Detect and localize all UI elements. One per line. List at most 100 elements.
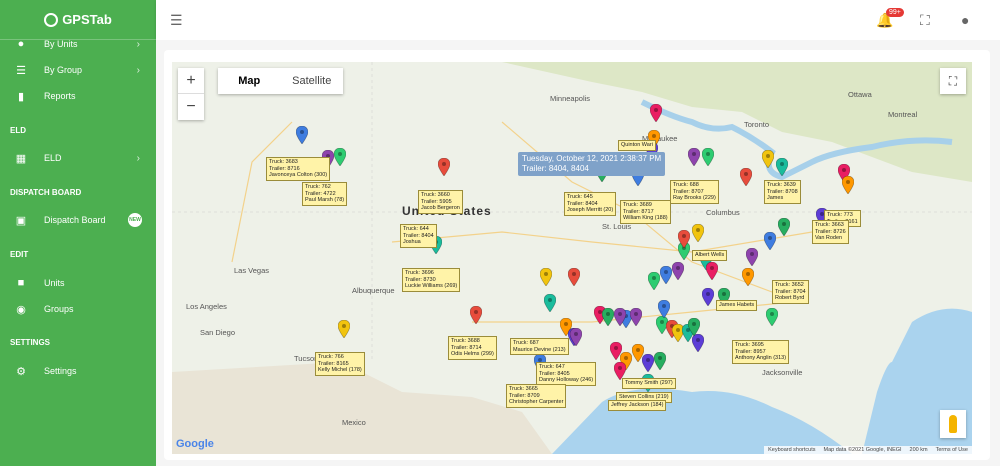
- truck-info-label[interactable]: Jeffrey Jackson (184): [608, 400, 667, 411]
- truck-info-label[interactable]: Quinton Wari: [618, 140, 656, 151]
- truck-info-label[interactable]: Truck: 645 Trailer: 8404 Joseph Merritt (2…: [564, 192, 617, 216]
- truck-info-label[interactable]: Truck: 3696 Trailer: 8730 Luckie Williams …: [402, 268, 461, 292]
- list-icon: ☰: [16, 64, 26, 77]
- truck-info-label[interactable]: Truck: 687 Maurice Devine (213): [510, 338, 569, 355]
- truck-info-line: Anthony Anglin (313): [735, 355, 787, 361]
- map-marker-icon[interactable]: [630, 308, 642, 326]
- sidebar-item-by-group[interactable]: ☰ By Group ›: [0, 58, 156, 82]
- map-marker-icon[interactable]: [602, 308, 614, 326]
- truck-info-label[interactable]: Truck: 3688 Trailer: 8714 Odis Helms (299): [448, 336, 497, 360]
- map-marker-icon[interactable]: [568, 268, 580, 286]
- map-marker-icon[interactable]: [740, 168, 752, 186]
- map-marker-icon[interactable]: [648, 272, 660, 290]
- map-marker-icon[interactable]: [632, 344, 644, 362]
- zoom-control: + −: [178, 68, 204, 120]
- sidebar-item-dispatch-board[interactable]: ▣ Dispatch Board NEW: [0, 208, 156, 232]
- map-marker-icon[interactable]: [658, 300, 670, 318]
- map-marker-icon[interactable]: [688, 148, 700, 166]
- truck-info-line: Quinton Wari: [621, 142, 653, 148]
- sidebar-item-label: Reports: [44, 91, 76, 101]
- truck-info-label[interactable]: Tommy Smith (297): [622, 378, 676, 389]
- map-marker-icon[interactable]: [746, 248, 758, 266]
- people-icon: ◉: [16, 303, 26, 316]
- hamburger-menu-icon[interactable]: ☰: [170, 12, 183, 29]
- map-marker-icon[interactable]: [764, 232, 776, 250]
- zoom-in-button[interactable]: +: [178, 68, 204, 94]
- brand-name: GPSTab: [62, 12, 112, 27]
- sidebar-item-units[interactable]: ■ Units: [0, 271, 156, 295]
- sidebar-item-settings[interactable]: ⚙ Settings: [0, 359, 156, 383]
- truck-info-label[interactable]: Truck: 644 Trailer: 8404 Joshua: [400, 224, 437, 248]
- map-marker-icon[interactable]: [762, 150, 774, 168]
- truck-info-label[interactable]: Truck: 647 Trailer: 8405 Danny Holloway (2…: [536, 362, 597, 386]
- truck-info-label[interactable]: Truck: 3639 Trailer: 8708 James: [764, 180, 801, 204]
- map-marker-icon[interactable]: [778, 218, 790, 236]
- truck-info-line: James Habets: [719, 302, 755, 308]
- truck-info-label[interactable]: Truck: 3665 Trailer: 8709 Christopher Carp…: [506, 384, 567, 408]
- map-marker-icon[interactable]: [766, 308, 778, 326]
- map-marker-icon[interactable]: [650, 104, 662, 122]
- map-marker-icon[interactable]: [842, 176, 854, 194]
- scale-bar: 200 km: [909, 447, 928, 453]
- map-marker-icon[interactable]: [654, 352, 666, 370]
- truck-info-label[interactable]: James Habets: [716, 300, 758, 311]
- map-marker-icon[interactable]: [438, 158, 450, 176]
- satellite-view-button[interactable]: Satellite: [281, 68, 344, 94]
- tooltip-time: Tuesday, October 12, 2021 2:38:37 PM: [522, 154, 662, 163]
- truck-info-line: Joseph Merritt (20): [567, 207, 614, 213]
- sidebar-item-eld[interactable]: ▦ ELD ›: [0, 146, 156, 170]
- map-marker-icon[interactable]: [614, 308, 626, 326]
- map-fullscreen-button[interactable]: ⛶: [940, 68, 966, 94]
- map-marker-icon[interactable]: [570, 328, 582, 346]
- truck-info-label[interactable]: Truck: 762 Trailer: 4722 Paul Marsh (78): [302, 182, 348, 206]
- truck-info-label[interactable]: Truck: 3695 Trailer: 8957 Anthony Anglin (…: [732, 340, 790, 364]
- street-view-pegman-icon[interactable]: [940, 410, 966, 438]
- keyboard-shortcuts-link[interactable]: Keyboard shortcuts: [768, 447, 815, 453]
- truck-info-line: James: [767, 195, 784, 201]
- truck-info-label[interactable]: Truck: 688 Trailer: 8707 Ray Brooks (229): [670, 180, 719, 204]
- sidebar-item-reports[interactable]: ▮ Reports: [0, 84, 156, 108]
- map-marker-icon[interactable]: [678, 230, 690, 248]
- map-marker-icon[interactable]: [702, 148, 714, 166]
- truck-info-label[interactable]: Truck: 766 Trailer: 8165 Kelly Michel (178…: [315, 352, 365, 376]
- map-marker-icon[interactable]: [706, 262, 718, 280]
- place-label: Mexico: [342, 418, 366, 427]
- map-marker-icon[interactable]: [660, 266, 672, 284]
- map-marker-icon[interactable]: [338, 320, 350, 338]
- sidebar-item-by-units[interactable]: ● By Units ›: [0, 32, 156, 56]
- sidebar-item-label: Groups: [44, 304, 74, 314]
- truck-info-line: Ray Brooks (229): [673, 195, 716, 201]
- map-pin-icon: ●: [17, 38, 25, 50]
- truck-info-label[interactable]: Truck: 3660 Trailer: 5905 Jacob Bergeron: [418, 190, 463, 214]
- zoom-out-button[interactable]: −: [178, 94, 204, 120]
- truck-info-label[interactable]: Albert Wells: [692, 250, 728, 261]
- place-label: Albuquerque: [352, 286, 395, 295]
- map-marker-icon[interactable]: [334, 148, 346, 166]
- map-marker-icon[interactable]: [672, 262, 684, 280]
- map-marker-icon[interactable]: [544, 294, 556, 312]
- truck-info-label[interactable]: Truck: 3689 Trailer: 8717 William King (18…: [620, 200, 671, 224]
- map-marker-icon[interactable]: [692, 334, 704, 352]
- place-label: Columbus: [706, 208, 740, 217]
- truck-info-line: Kelly Michel (178): [318, 367, 362, 373]
- truck-info-line: Truck: 3663: [815, 222, 844, 228]
- map-marker-icon[interactable]: [688, 318, 700, 336]
- map-marker-icon[interactable]: [776, 158, 788, 176]
- truck-info-label[interactable]: Truck: 3663 Trailer: 8726 Van Roden: [812, 220, 849, 244]
- fullscreen-icon[interactable]: ⛶: [920, 12, 930, 29]
- map-marker-icon[interactable]: [692, 224, 704, 242]
- user-account-icon[interactable]: ●: [961, 12, 969, 28]
- map-marker-icon[interactable]: [540, 268, 552, 286]
- truck-info-line: Van Roden: [815, 235, 843, 241]
- map-marker-icon[interactable]: [296, 126, 308, 144]
- place-label: Las Vegas: [234, 266, 270, 275]
- sidebar-item-groups[interactable]: ◉ Groups: [0, 297, 156, 321]
- terms-link[interactable]: Terms of Use: [936, 447, 968, 453]
- truck-info-label[interactable]: Truck: 3683 Trailer: 8716 Javonceya Colton…: [266, 157, 331, 181]
- map-marker-icon[interactable]: [742, 268, 754, 286]
- map-marker-icon[interactable]: [470, 306, 482, 324]
- map-view-button[interactable]: Map: [218, 68, 281, 94]
- truck-info-label[interactable]: Truck: 3652 Trailer: 8704 Robert Byrd: [772, 280, 809, 304]
- map[interactable]: Minneapolis Milwaukee Toronto Ottawa Mon…: [172, 62, 972, 454]
- map-marker-icon[interactable]: [702, 288, 714, 306]
